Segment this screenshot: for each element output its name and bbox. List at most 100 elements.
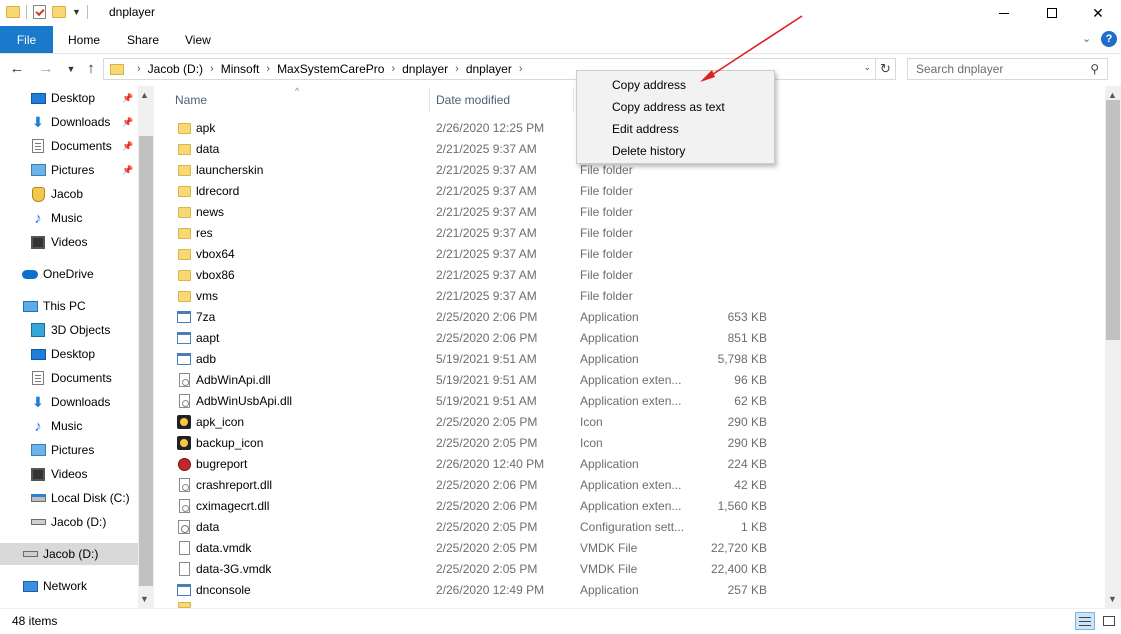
sidebar-item-onedrive[interactable]: OneDrive xyxy=(0,263,138,285)
file-row[interactable]: ldrecord 2/21/2025 9:37 AM File folder xyxy=(155,181,1105,202)
file-row[interactable]: AdbWinApi.dll 5/19/2021 9:51 AM Applicatio… xyxy=(155,370,1105,391)
tab-view[interactable]: View xyxy=(185,26,211,53)
menu-item-delete-history[interactable]: Delete history xyxy=(577,140,774,162)
scroll-down-icon[interactable]: ▼ xyxy=(140,594,149,604)
file-row[interactable]: data 2/25/2020 2:05 PM Configuration sett.… xyxy=(155,517,1105,538)
file-row[interactable]: vms 2/21/2025 9:37 AM File folder xyxy=(155,286,1105,307)
maximize-button[interactable] xyxy=(1029,0,1075,26)
music-icon: ♪ xyxy=(30,210,46,227)
sidebar-item-desktop[interactable]: Desktop xyxy=(0,343,138,365)
sidebar-item-jacob-d[interactable]: Jacob (D:) xyxy=(0,511,138,533)
chevron-right-icon[interactable]: › xyxy=(455,63,459,75)
recent-locations-icon[interactable]: ▼ xyxy=(62,64,80,74)
file-row[interactable]: dnconsole 2/26/2020 12:49 PM Application 25… xyxy=(155,580,1105,601)
sidebar-item-3d-objects[interactable]: 3D Objects xyxy=(0,319,138,341)
file-row[interactable]: AdbWinUsbApi.dll 5/19/2021 9:51 AM Applica… xyxy=(155,391,1105,412)
help-icon[interactable]: ? xyxy=(1101,31,1117,47)
tab-share[interactable]: Share xyxy=(127,26,159,53)
sidebar-item-music[interactable]: ♪ Music xyxy=(0,415,138,437)
sidebar-item-videos[interactable]: Videos xyxy=(0,463,138,485)
file-row[interactable]: vbox64 2/21/2025 9:37 AM File folder xyxy=(155,244,1105,265)
breadcrumb-dnplayer-parent[interactable]: dnplayer xyxy=(402,62,448,76)
sidebar-item-downloads[interactable]: ⬇ Downloads 📌 xyxy=(0,111,138,133)
sidebar-scroll-thumb[interactable] xyxy=(139,136,153,586)
refresh-button[interactable]: ↻ xyxy=(876,58,896,80)
close-button[interactable]: ✕ xyxy=(1075,0,1121,26)
properties-icon[interactable] xyxy=(33,5,46,19)
sidebar-item-pictures[interactable]: Pictures xyxy=(0,439,138,461)
file-row[interactable]: data.vmdk 2/25/2020 2:05 PM VMDK File 22,72… xyxy=(155,538,1105,559)
column-divider[interactable] xyxy=(573,88,574,112)
sidebar-item-videos[interactable]: Videos xyxy=(0,231,138,253)
scroll-down-icon[interactable]: ▼ xyxy=(1108,594,1117,604)
file-row[interactable]: news 2/21/2025 9:37 AM File folder xyxy=(155,202,1105,223)
back-arrow-icon[interactable]: ← xyxy=(8,60,26,77)
file-row[interactable]: vbox86 2/21/2025 9:37 AM File folder xyxy=(155,265,1105,286)
sidebar-item-jacob-d[interactable]: Jacob (D:) xyxy=(0,543,138,565)
large-icons-view-icon xyxy=(1103,616,1115,626)
breadcrumb-drive[interactable]: Jacob (D:) xyxy=(148,62,203,76)
column-divider[interactable] xyxy=(429,88,430,112)
file-row[interactable]: bugreport 2/26/2020 12:40 PM Application 22… xyxy=(155,454,1105,475)
file-row[interactable]: cximagecrt.dll 2/25/2020 2:06 PM Applicati… xyxy=(155,496,1105,517)
file-row[interactable]: apk_icon 2/25/2020 2:05 PM Icon 290 KB xyxy=(155,412,1105,433)
column-header-name[interactable]: Name xyxy=(175,86,207,113)
downloads-icon: ⬇ xyxy=(30,394,46,410)
file-type: File folder xyxy=(580,268,633,282)
column-header-date[interactable]: Date modified xyxy=(436,86,510,113)
tab-file[interactable]: File xyxy=(0,26,53,53)
breadcrumb-minsoft[interactable]: Minsoft xyxy=(221,62,260,76)
sidebar-item-jacob[interactable]: Jacob xyxy=(0,183,138,205)
search-box[interactable]: ⚲ xyxy=(907,58,1108,80)
new-folder-icon[interactable] xyxy=(52,6,66,18)
sidebar-item-music[interactable]: ♪ Music xyxy=(0,207,138,229)
search-icon[interactable]: ⚲ xyxy=(1090,62,1099,76)
large-icons-view-button[interactable] xyxy=(1099,612,1119,630)
dll-icon-shape xyxy=(178,499,190,513)
pin-icon[interactable]: 📌 xyxy=(122,141,133,152)
file-type: VMDK File xyxy=(580,562,638,576)
sidebar-item-local-disk-c[interactable]: Local Disk (C:) xyxy=(0,487,138,509)
address-dropdown-icon[interactable]: ⌄ xyxy=(863,62,871,73)
pin-icon[interactable]: 📌 xyxy=(122,165,133,176)
documents-icon-shape xyxy=(32,371,44,385)
scroll-up-icon[interactable]: ▲ xyxy=(140,90,149,100)
details-view-button[interactable] xyxy=(1075,612,1095,630)
menu-item-edit-address[interactable]: Edit address xyxy=(577,118,774,140)
chevron-right-icon[interactable]: › xyxy=(210,63,214,75)
minimize-button[interactable] xyxy=(981,0,1027,26)
sidebar-item-documents[interactable]: Documents 📌 xyxy=(0,135,138,157)
expand-ribbon-icon[interactable]: ⌄ xyxy=(1082,32,1091,45)
pin-icon[interactable]: 📌 xyxy=(122,93,133,104)
sidebar-item-downloads[interactable]: ⬇ Downloads xyxy=(0,391,138,413)
pin-icon[interactable]: 📌 xyxy=(122,117,133,128)
breadcrumb-dnplayer[interactable]: dnplayer xyxy=(466,62,512,76)
chevron-right-icon[interactable]: › xyxy=(519,63,523,75)
forward-arrow-icon[interactable]: → xyxy=(37,60,55,77)
file-row[interactable]: res 2/21/2025 9:37 AM File folder xyxy=(155,223,1105,244)
search-input[interactable] xyxy=(916,62,1086,76)
sidebar-item-desktop[interactable]: Desktop 📌 xyxy=(0,87,138,109)
sidebar-item-this-pc[interactable]: This PC xyxy=(0,295,138,317)
file-row[interactable]: adb 5/19/2021 9:51 AM Application 5,798 KB xyxy=(155,349,1105,370)
sidebar-item-network[interactable]: Network xyxy=(0,575,138,597)
menu-item-copy-address-as-text[interactable]: Copy address as text xyxy=(577,96,774,118)
file-row[interactable]: aapt 2/25/2020 2:06 PM Application 851 KB xyxy=(155,328,1105,349)
file-row[interactable]: backup_icon 2/25/2020 2:05 PM Icon 290 KB xyxy=(155,433,1105,454)
file-list-scroll-thumb[interactable] xyxy=(1106,100,1120,340)
menu-item-copy-address[interactable]: Copy address xyxy=(577,74,774,96)
up-arrow-icon[interactable]: ↑ xyxy=(82,60,100,77)
file-row[interactable]: crashreport.dll 2/25/2020 2:06 PM Applicat… xyxy=(155,475,1105,496)
customize-qat-icon[interactable]: ▼ xyxy=(72,7,81,17)
sidebar-item-documents[interactable]: Documents xyxy=(0,367,138,389)
scroll-up-icon[interactable]: ▲ xyxy=(1108,90,1117,100)
tab-home[interactable]: Home xyxy=(68,26,100,53)
file-date: 2/25/2020 2:06 PM xyxy=(436,310,538,324)
chevron-right-icon[interactable]: › xyxy=(391,63,395,75)
breadcrumb-maxsystemcarepro[interactable]: MaxSystemCarePro xyxy=(277,62,384,76)
file-row[interactable]: data-3G.vmdk 2/25/2020 2:05 PM VMDK File 22… xyxy=(155,559,1105,580)
file-row[interactable]: 7za 2/25/2020 2:06 PM Application 653 KB xyxy=(155,307,1105,328)
chevron-right-icon[interactable]: › xyxy=(137,63,141,75)
chevron-right-icon[interactable]: › xyxy=(266,63,270,75)
sidebar-item-pictures[interactable]: Pictures 📌 xyxy=(0,159,138,181)
